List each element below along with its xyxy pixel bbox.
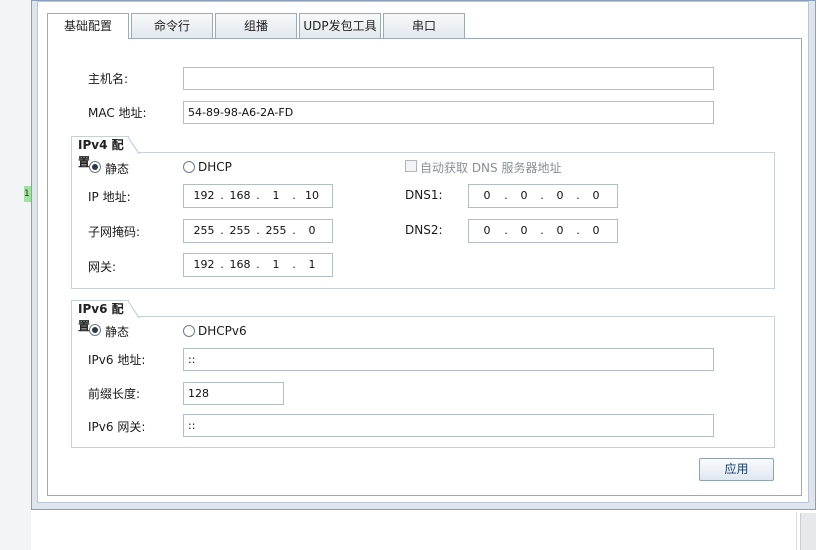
hostname-input[interactable] (183, 67, 714, 90)
ip-dot: . (220, 189, 224, 202)
tab-udp-tool[interactable]: UDP发包工具 (299, 13, 381, 38)
apply-button[interactable]: 应用 (699, 458, 774, 481)
dns2-octet-3: 0 (556, 224, 564, 237)
mac-address-field[interactable]: 54-89-98-A6-2A-FD (183, 101, 714, 124)
dns1-octet-4: 0 (592, 189, 600, 202)
ip-dot: . (540, 224, 544, 237)
dns2-octet-2: 0 (520, 224, 528, 237)
ip-address-input[interactable]: 192 . 168 . 1 . 10 (183, 184, 333, 208)
auto-dns-label: 自动获取 DNS 服务器地址 (420, 161, 562, 175)
subnet-mask-input[interactable]: 255 . 255 . 255 . 0 (183, 219, 333, 243)
ipv4-group-title: IPv4 配置 (71, 136, 140, 169)
ipv4-static-radio[interactable] (89, 161, 101, 173)
ip-dot: . (504, 189, 508, 202)
dns2-input[interactable]: 0 . 0 . 0 . 0 (468, 219, 618, 243)
mac-label: MAC 地址: (88, 106, 147, 120)
ipv6-address-input[interactable]: :: (183, 348, 714, 371)
gateway-label: 网关: (88, 260, 117, 274)
auto-dns-checkbox[interactable] (405, 160, 417, 172)
ipv6-dhcp-radio[interactable] (183, 325, 195, 337)
mask-octet-3: 255 (265, 224, 287, 237)
ip-dot: . (576, 224, 580, 237)
dns1-octet-3: 0 (556, 189, 564, 202)
mask-octet-2: 255 (229, 224, 251, 237)
tab-basic-config[interactable]: 基础配置 (47, 13, 129, 39)
ip-dot: . (292, 189, 296, 202)
ipv6-address-label: IPv6 地址: (88, 353, 146, 367)
dns1-octet-2: 0 (520, 189, 528, 202)
subnet-mask-label: 子网掩码: (88, 225, 141, 239)
ipv6-dhcp-label: DHCPv6 (198, 324, 247, 338)
ip-octet-2: 168 (229, 189, 251, 202)
ip-dot: . (292, 258, 296, 271)
ipv6-gateway-label: IPv6 网关: (88, 420, 146, 434)
mask-octet-1: 255 (193, 224, 215, 237)
background-scrollbar[interactable] (800, 513, 816, 550)
ip-dot: . (256, 224, 260, 237)
ip-dot: . (256, 189, 260, 202)
ip-address-label: IP 地址: (88, 190, 131, 204)
tab-multicast[interactable]: 组播 (215, 13, 297, 38)
tab-serial[interactable]: 串口 (383, 13, 465, 38)
ipv4-dhcp-radio[interactable] (183, 161, 195, 173)
ipv4-dhcp-label: DHCP (198, 160, 232, 174)
gateway-octet-2: 168 (229, 258, 251, 271)
ip-dot: . (576, 189, 580, 202)
dns2-label: DNS2: (405, 223, 443, 237)
ipv6-group-title: IPv6 配置 (71, 300, 140, 333)
ip-dot: . (504, 224, 508, 237)
ip-dot: . (220, 258, 224, 271)
ip-dot: . (220, 224, 224, 237)
ip-dot: . (256, 258, 260, 271)
prefix-length-label: 前缀长度: (88, 387, 141, 401)
ipv6-static-radio[interactable] (89, 324, 101, 336)
ipv6-gateway-input[interactable]: :: (183, 414, 714, 437)
dns1-label: DNS1: (405, 188, 443, 202)
gateway-input[interactable]: 192 . 168 . 1 . 1 (183, 253, 333, 277)
gateway-octet-4: 1 (308, 258, 316, 271)
ip-octet-1: 192 (193, 189, 215, 202)
ip-octet-4: 10 (305, 189, 319, 202)
dns1-input[interactable]: 0 . 0 . 0 . 0 (468, 184, 618, 208)
prefix-length-input[interactable]: 128 (183, 382, 284, 405)
mask-octet-4: 0 (308, 224, 316, 237)
gateway-octet-1: 192 (193, 258, 215, 271)
tab-command-line[interactable]: 命令行 (131, 13, 213, 38)
ip-octet-3: 1 (272, 189, 280, 202)
ipv4-static-label: 静态 (105, 162, 130, 176)
hostname-label: 主机名: (88, 72, 129, 86)
ip-dot: . (292, 224, 296, 237)
dns2-octet-4: 0 (592, 224, 600, 237)
ip-dot: . (540, 189, 544, 202)
dns2-octet-1: 0 (483, 224, 491, 237)
ipv6-static-label: 静态 (105, 325, 130, 339)
dns1-octet-1: 0 (483, 189, 491, 202)
background-panel (0, 0, 31, 550)
gateway-octet-3: 1 (272, 258, 280, 271)
background-marker: 1 (24, 186, 31, 202)
